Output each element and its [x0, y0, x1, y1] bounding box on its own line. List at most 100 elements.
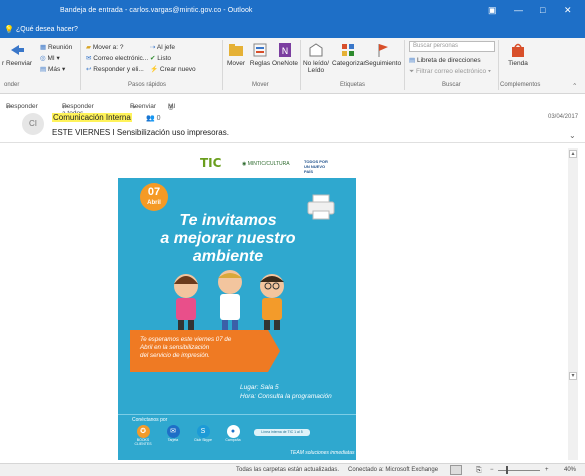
quickstep-reply-delete[interactable]: ↩ Responder y eli... — [86, 65, 144, 73]
banner-line: del servicio de impresión. — [140, 352, 210, 359]
poster-header: TIC ◉ MINTIC/CULTURA TODOS POR UN NUEVO … — [118, 150, 356, 178]
ribbon: r Reenviar ▦ Reunión ◎ MI ▾ ▤ Más ▾ onde… — [0, 38, 585, 94]
quickstep-label: Correo electrónic... — [93, 55, 149, 62]
banner-line: Abril en la sensibilización — [140, 344, 210, 351]
im-icon: ◎ — [40, 55, 46, 62]
message-date: 03/04/2017 — [548, 114, 579, 120]
close-button[interactable]: ✕ — [564, 5, 572, 16]
respond-group-label: onder — [4, 82, 20, 88]
minimize-button[interactable]: — — [514, 5, 523, 15]
followup-label: Seguimiento — [364, 60, 402, 67]
connect-label: Conéctanos por — [132, 417, 168, 423]
contact-icon-item: ✪ BOOKS CLIENTES — [128, 425, 158, 446]
quickstep-done[interactable]: ✔ Listo — [150, 54, 171, 62]
tell-me-bar[interactable]: 💡 ¿Qué desea hacer? — [0, 22, 585, 38]
onenote-icon: N — [279, 43, 291, 57]
contact-icon-label: BOOKS CLIENTES — [134, 438, 152, 446]
event-banner: Te esperamos este viernes 07 de Abril en… — [130, 330, 268, 372]
categorize-button[interactable]: Categorizar — [332, 42, 366, 67]
lightning-icon: ⚡ — [150, 66, 159, 73]
quickstep-label: Mover a: ? — [92, 44, 124, 51]
tell-me-input[interactable]: ¿Qué desea hacer? — [16, 26, 78, 33]
location-line: Lugar: Sala 5 — [240, 384, 279, 391]
forward-label: r Reenviar — [2, 60, 32, 67]
find-group-label: Buscar — [442, 82, 461, 88]
quickstep-boss[interactable]: ⇢ Al jefe — [150, 43, 175, 51]
quickstep-create[interactable]: ⚡ Crear nuevo — [150, 65, 196, 73]
poster-headline: Te invitamos a mejorar nuestro ambiente — [128, 212, 328, 266]
date-day: 07 — [147, 186, 161, 198]
forward-icon — [11, 45, 24, 55]
onenote-button[interactable]: N OneNote — [272, 42, 298, 67]
banner-tip — [268, 330, 280, 372]
meeting-button[interactable]: ▦ Reunión — [40, 43, 72, 51]
contact-icon-item: ✉ Tarjeta — [158, 425, 188, 442]
headline-line: a mejorar nuestro — [160, 230, 296, 247]
campaign-icon: ● — [226, 425, 240, 438]
zoom-slider[interactable] — [498, 470, 540, 471]
unread-read-button[interactable]: No leído/ Leído — [302, 42, 330, 74]
filter-icon: ⏷ — [409, 68, 415, 75]
rules-label: Reglas — [249, 60, 271, 67]
reading-view-icon[interactable]: ⎘ — [476, 467, 482, 475]
envelope-icon — [309, 43, 323, 57]
divider — [80, 40, 81, 90]
address-book-button[interactable]: ▤ Libreta de direcciones — [409, 56, 481, 64]
message-subject: ESTE VIERNES I Sensibilización uso impre… — [52, 128, 229, 137]
quickstep-email[interactable]: ✉ Correo electrónic... — [86, 54, 148, 62]
normal-view-button[interactable] — [450, 465, 462, 475]
scroll-down-arrow[interactable]: ▾ — [569, 372, 577, 380]
maximize-button[interactable]: □ — [540, 5, 545, 15]
forward-button[interactable]: r Reenviar — [0, 42, 34, 67]
message-header: CI Comunicación Interna 👥 0 ESTE VIERNES… — [0, 109, 585, 143]
chevron-down-icon[interactable]: ⌄ — [569, 131, 576, 140]
quickstep-label: Responder y eli... — [93, 66, 144, 73]
zoom-out-button[interactable]: − — [490, 467, 494, 473]
contact-icon-label: Campaña — [225, 438, 241, 442]
gov-logo: TODOS POR UN NUEVO PAÍS — [304, 159, 328, 174]
im-button[interactable]: ◎ MI ▾ — [40, 54, 60, 62]
quickstep-label: Al jefe — [156, 44, 175, 51]
store-label: Tienda — [508, 60, 528, 67]
check-icon: ✔ — [150, 55, 156, 62]
people-icon: 👥 — [146, 115, 155, 122]
lightbulb-icon: 💡 — [4, 25, 14, 34]
followup-button[interactable]: Seguimiento — [364, 42, 402, 67]
more-respond-button[interactable]: ▤ Más ▾ — [40, 65, 65, 73]
search-people-input[interactable]: Buscar personas — [409, 41, 495, 52]
move-button[interactable]: Mover — [224, 42, 248, 67]
svg-text:N: N — [282, 47, 289, 57]
quickstep-move[interactable]: ▰ Mover a: ? — [86, 43, 124, 51]
collapse-ribbon-button[interactable]: ⌃ — [572, 82, 577, 90]
filter-label: Filtrar correo electrónico ▾ — [416, 68, 492, 75]
rules-button[interactable]: Reglas — [248, 42, 272, 67]
ribbon-display-button[interactable]: ▣ — [488, 5, 497, 16]
store-icon — [512, 43, 524, 57]
address-book-icon: ▤ — [409, 57, 416, 64]
im-label: MI ▾ — [47, 55, 60, 62]
internal-line-pill: Línea interna de TIC 1 al 5 — [254, 429, 310, 436]
filter-email-button[interactable]: ⏷ Filtrar correo electrónico ▾ — [409, 68, 491, 76]
categorize-icon — [342, 44, 354, 56]
contact-icons: ✪ BOOKS CLIENTES ✉ Tarjeta S Club Skype … — [128, 425, 348, 451]
more-icon: ▤ — [40, 66, 47, 73]
contact-icon-label: Club Skype — [194, 438, 212, 442]
message-scrollbar[interactable]: ▴ ▾ — [568, 148, 578, 460]
zoom-in-button[interactable]: + — [545, 467, 549, 473]
zoom-level: 40% — [564, 467, 577, 473]
tic-logo: TIC — [200, 156, 222, 170]
time-line: Hora: Consulta la programación — [240, 393, 332, 400]
people-count[interactable]: 👥 0 — [146, 114, 161, 122]
sender-name[interactable]: Comunicación Interna — [52, 113, 132, 122]
mintic-logo: ◉ MINTIC/CULTURA — [242, 161, 290, 167]
scroll-up-arrow[interactable]: ▴ — [569, 150, 577, 158]
divider — [118, 414, 356, 415]
contact-icon-label: Tarjeta — [167, 438, 179, 442]
meeting-label: Reunión — [47, 44, 73, 51]
boss-icon: ⇢ — [150, 44, 156, 51]
event-location: Lugar: Sala 5 Hora: Consulta la programa… — [240, 383, 332, 401]
headline-line: ambiente — [192, 248, 264, 265]
store-button[interactable]: Tienda — [502, 42, 534, 67]
window-title: Bandeja de entrada - carlos.vargas@minti… — [60, 7, 253, 14]
zoom-slider-thumb[interactable] — [506, 466, 508, 474]
